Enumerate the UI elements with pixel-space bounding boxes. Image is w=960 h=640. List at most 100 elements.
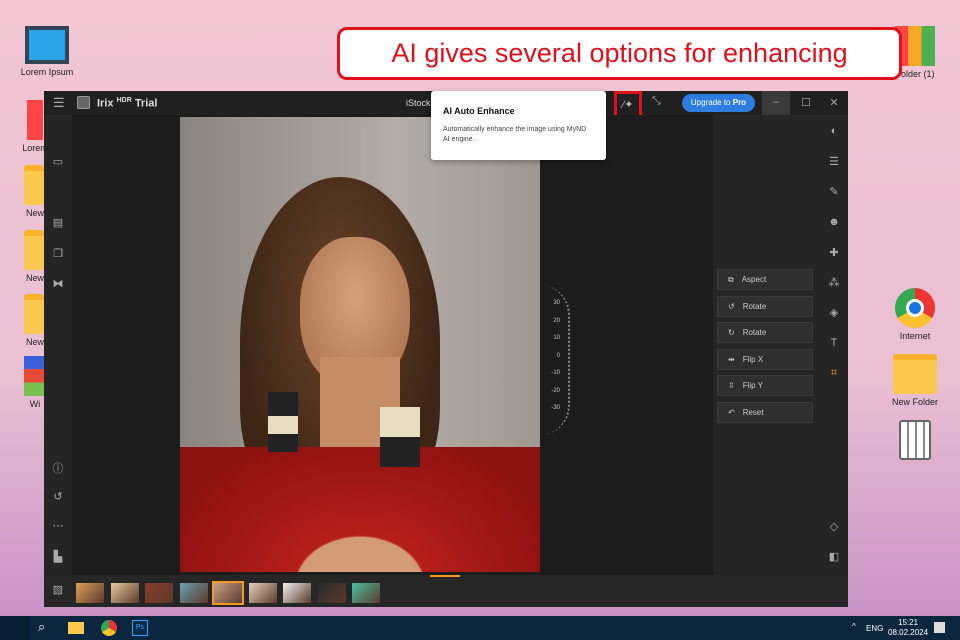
- adjust-icon[interactable]: ☰: [820, 155, 848, 168]
- image-canvas[interactable]: 30 20 10 0 -10 -20 -30: [72, 115, 713, 575]
- crop-rotate-button[interactable]: ↻ Rotate: [717, 322, 813, 343]
- crop-flip-x-button[interactable]: ⇹ Flip X: [717, 348, 813, 370]
- filmstrip-thumbnail[interactable]: [76, 583, 104, 603]
- info-icon[interactable]: ⓘ: [44, 460, 72, 476]
- export-icon[interactable]: ▤: [44, 216, 72, 229]
- menu-icon[interactable]: ☰: [53, 95, 65, 111]
- dial-tick: -20: [551, 387, 560, 394]
- right-toolbar: ◐ ☰ ✎ ☻ ✚ ⁂ ◈ T ⌗ ◇ ◧: [820, 115, 848, 575]
- portrait-photo: [180, 117, 540, 572]
- icon-label: New: [25, 273, 44, 283]
- app-logo-icon: [77, 96, 90, 109]
- plugin-icon[interactable]: ▙: [44, 550, 72, 563]
- language-indicator[interactable]: ENG: [866, 624, 883, 633]
- upgrade-label: Upgrade to: [690, 98, 731, 107]
- tooltip-title: AI Auto Enhance: [443, 106, 515, 116]
- clock-time: 15:21: [898, 618, 919, 627]
- reset-icon: ↶: [728, 407, 735, 417]
- face-icon[interactable]: ☻: [820, 216, 848, 228]
- start-icon[interactable]: [0, 616, 30, 640]
- filmstrip-handle[interactable]: [430, 575, 460, 577]
- dial-tick: 20: [553, 317, 560, 324]
- filmstrip: ▨: [44, 575, 848, 607]
- filmstrip-thumbnail[interactable]: [317, 583, 346, 603]
- button-label: Flip X: [742, 354, 764, 364]
- pro-label: Pro: [732, 98, 747, 107]
- left-toolbar: ▭ ▤ ❐ ⧓ ⓘ ↺ ⋯ ▙: [44, 115, 72, 575]
- filmstrip-thumbnail[interactable]: [212, 581, 244, 605]
- desktop-icon-internet[interactable]: Internet: [880, 288, 950, 341]
- chrome-taskbar-icon[interactable]: [101, 620, 117, 636]
- chrome-icon: [895, 288, 935, 328]
- filmstrip-thumbnail[interactable]: [283, 583, 311, 603]
- rotate-left-icon: ↺: [728, 301, 735, 311]
- folder-icon[interactable]: ▭: [44, 155, 72, 168]
- icon-label: New: [25, 208, 44, 218]
- dial-tick: -10: [551, 370, 560, 376]
- button-label: Rotate: [742, 301, 767, 311]
- more-icon[interactable]: ⋯: [44, 519, 72, 532]
- effects-icon[interactable]: ⁂: [820, 276, 848, 289]
- crop-rotate-button[interactable]: ↺ Rotate: [717, 295, 813, 317]
- maximize-button[interactable]: ☐: [794, 91, 818, 115]
- app-icon: [24, 356, 44, 396]
- dial-tick: -30: [551, 405, 560, 411]
- fullscreen-icon[interactable]: ⧓: [44, 277, 72, 290]
- dial-tick: 10: [553, 335, 560, 341]
- brush-icon[interactable]: ✎: [820, 185, 848, 198]
- ai-enhance-tooltip: AI Auto Enhance Automatically enhance th…: [431, 91, 606, 160]
- filmstrip-thumbnail[interactable]: [110, 583, 139, 603]
- recycle-bin[interactable]: [880, 420, 950, 463]
- panel-toggle-icon[interactable]: ◧: [820, 550, 848, 563]
- button-label: Aspect: [741, 275, 767, 284]
- trash-icon: [899, 420, 931, 460]
- close-button[interactable]: ✕: [822, 91, 846, 115]
- text-icon[interactable]: T: [820, 337, 848, 349]
- binder-icon: [27, 100, 43, 140]
- crop-reset-button[interactable]: ↶ Reset: [717, 401, 813, 423]
- desktop-icon-computer[interactable]: Lorem Ipsum: [12, 26, 82, 77]
- gallery-icon[interactable]: ▨: [44, 583, 72, 596]
- rotation-dial[interactable]: 30 20 10 0 -10 -20 -30: [540, 285, 570, 435]
- button-label: Rotate: [742, 328, 767, 337]
- app-name: Irix: [97, 97, 114, 110]
- app-title: Irix HDR Trial: [97, 97, 157, 110]
- tray-chevron-icon[interactable]: ^: [852, 622, 856, 631]
- search-icon[interactable]: ⌕: [38, 619, 45, 635]
- flip-y-icon: ⇳: [728, 381, 735, 390]
- rotate-right-icon: ↻: [728, 328, 735, 337]
- minimize-button[interactable]: –: [762, 91, 790, 115]
- filmstrip-thumbnail[interactable]: [352, 583, 380, 603]
- folder-icon: [24, 165, 44, 205]
- upgrade-button[interactable]: Upgrade to Pro: [682, 94, 755, 112]
- file-name: iStock-: [406, 98, 434, 108]
- folder-icon: [24, 294, 44, 334]
- icon-label: Lorem Ipsum: [20, 67, 74, 77]
- compare-icon[interactable]: ❐: [44, 247, 72, 260]
- photoshop-icon[interactable]: Ps: [132, 620, 148, 636]
- folder-icon: [24, 230, 44, 270]
- notification-icon[interactable]: [934, 622, 945, 633]
- dial-tick: 0: [556, 352, 560, 359]
- crop-panel: ⧉ Aspect ↺ Rotate ↻ Rotate ⇹ Flip X ⇳ Flip Y ↶ Rese…: [713, 115, 820, 575]
- crop-icon[interactable]: ⌗: [820, 367, 848, 380]
- filmstrip-thumbnail[interactable]: [145, 583, 173, 603]
- filmstrip-thumbnail[interactable]: [248, 583, 277, 603]
- explorer-icon[interactable]: [68, 622, 84, 634]
- icon-label: Wi: [29, 399, 41, 409]
- presets-icon[interactable]: ◐: [820, 125, 848, 137]
- flip-x-icon: ⇹: [728, 354, 735, 364]
- clock-date: 08.02.2024: [888, 628, 929, 637]
- collapse-icon[interactable]: ⤡: [652, 95, 661, 108]
- crop-flip-y-button[interactable]: ⇳ Flip Y: [717, 375, 813, 396]
- crop-aspect-button[interactable]: ⧉ Aspect: [717, 269, 813, 290]
- heal-icon[interactable]: ✚: [820, 246, 848, 259]
- button-label: Flip Y: [742, 381, 764, 390]
- layers-icon[interactable]: ◈: [820, 306, 848, 319]
- history-icon[interactable]: ↺: [44, 490, 72, 503]
- stack-icon[interactable]: ◇: [820, 520, 848, 533]
- app-sup: HDR: [116, 97, 132, 104]
- desktop-icon-new-folder[interactable]: New Folder: [880, 354, 950, 407]
- clock[interactable]: 15:21 08.02.2024: [888, 618, 928, 638]
- filmstrip-thumbnail[interactable]: [179, 583, 208, 603]
